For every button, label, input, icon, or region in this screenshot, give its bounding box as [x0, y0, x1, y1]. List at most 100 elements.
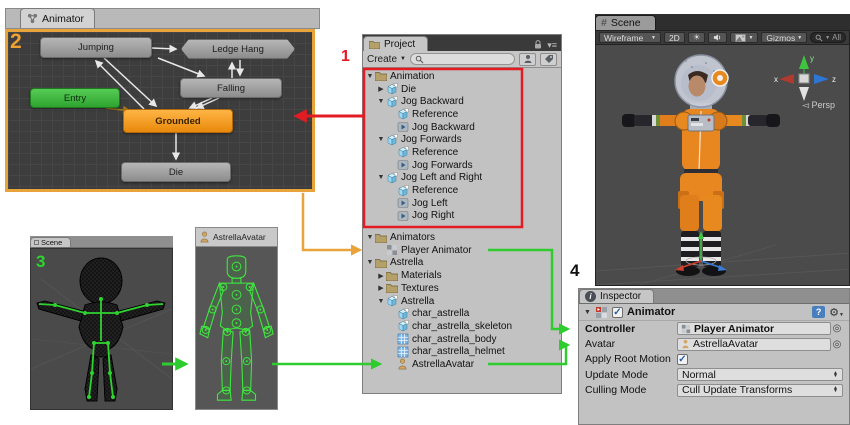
avatar-preview-header: AstrellaAvatar [196, 228, 277, 247]
tree-item-jog-left-and-right[interactable]: ▼ Jog Left and Right [363, 172, 561, 185]
object-picker-icon[interactable]: ◎ [831, 339, 843, 350]
info-icon: i [585, 291, 596, 302]
tab-scene[interactable]: # Scene [595, 15, 656, 30]
foldout-closed-icon[interactable]: ▶ [376, 85, 386, 93]
audio-icon[interactable] [708, 32, 727, 43]
foldout-open-icon[interactable]: ▼ [376, 98, 386, 105]
axis-x-label: x [774, 75, 778, 84]
controller-object-field[interactable]: Player Animator [677, 322, 831, 335]
foldout-open-icon[interactable]: ▼ [376, 174, 386, 181]
create-button[interactable]: Create ▼ [367, 54, 406, 65]
tab-mini-scene[interactable]: Scene [30, 237, 71, 247]
apply-root-motion-label: Apply Root Motion [585, 353, 677, 365]
scene-axis-gizmo[interactable]: x z y [766, 53, 841, 103]
foldout-open-icon[interactable]: ▼ [365, 73, 375, 80]
tree-item-label: Player Animator [399, 245, 472, 256]
dropdown-arrow-icon: ▼ [797, 35, 802, 41]
tree-item-jog-backward[interactable]: ▼Jog Backward [363, 95, 561, 108]
sun-icon[interactable]: ☀ [688, 32, 706, 43]
foldout-open-icon[interactable]: ▼ [365, 259, 375, 266]
animator-component-header[interactable]: ▼ ✓ Animator ? ⚙▼ [579, 304, 849, 321]
gizmos-label: Gizmos [766, 33, 795, 43]
lock-icon[interactable] [534, 40, 542, 51]
create-button-label: Create [367, 54, 397, 65]
tree-item-animation[interactable]: ▼Animation [363, 70, 561, 83]
avatar-label: Avatar [585, 338, 677, 350]
tree-item-textures[interactable]: ▶Textures [363, 282, 561, 295]
tree-item-reference[interactable]: Reference [363, 184, 561, 197]
tree-item-char-astrella[interactable]: char_astrella [363, 307, 561, 320]
avatar-preview-title: AstrellaAvatar [213, 232, 266, 242]
tree-item-char-astrella-helmet[interactable]: char_astrella_helmet [363, 345, 561, 358]
tree-item-materials[interactable]: ▶Materials [363, 269, 561, 282]
scene-viewport[interactable]: x z y ◅ Persp [595, 45, 850, 286]
controller-value: Player Animator [694, 323, 774, 335]
controller-label: Controller [585, 323, 677, 335]
tree-item-jog-forwards[interactable]: ▼ Jog Forwards [363, 133, 561, 146]
tree-item-jog-backward[interactable]: Jog Backward [363, 121, 561, 134]
component-enabled-checkbox[interactable]: ✓ [612, 307, 623, 318]
tab-inspector[interactable]: i Inspector [579, 289, 654, 303]
foldout-open-icon[interactable]: ▼ [584, 309, 591, 316]
tree-item-jog-right[interactable]: Jog Right [363, 210, 561, 223]
2d-toggle-button[interactable]: 2D [664, 32, 685, 43]
tree-item-die[interactable]: ▶Die [363, 83, 561, 96]
tree-item-label: Reference [410, 147, 458, 158]
state-entry[interactable]: Entry [30, 88, 120, 108]
model-icon [386, 134, 399, 146]
tree-item-char-astrella-body[interactable]: char_astrella_body [363, 333, 561, 346]
tree-item-jog-left[interactable]: Jog Left [363, 197, 561, 210]
tree-item-animators[interactable]: ▼Animators [363, 231, 561, 244]
tree-item-astrella[interactable]: ▼Astrella [363, 295, 561, 308]
culling-mode-label: Culling Mode [585, 384, 677, 396]
gear-icon[interactable]: ⚙▼ [829, 306, 844, 319]
tree-item-player-animator[interactable]: Player Animator [363, 244, 561, 257]
mini-scene-viewport[interactable] [30, 248, 173, 410]
avatar-preview-viewport[interactable] [196, 247, 277, 409]
project-search-input[interactable] [410, 53, 515, 65]
axis-y-label: y [810, 54, 814, 63]
camera-fx-icon[interactable]: ▼ [730, 32, 758, 43]
foldout-open-icon[interactable]: ▼ [376, 298, 386, 305]
foldout-open-icon[interactable]: ▼ [376, 136, 386, 143]
tree-item-label: Astrella [388, 257, 423, 268]
tree-item-reference[interactable]: Reference [363, 146, 561, 159]
search-by-label-icon[interactable] [540, 53, 557, 66]
foldout-closed-icon[interactable]: ▶ [376, 284, 386, 292]
help-icon[interactable]: ? [812, 306, 825, 318]
folder-icon [386, 282, 399, 294]
step-label-2: 2 [10, 30, 22, 54]
tree-item-label: char_astrella_helmet [410, 346, 505, 357]
foldout-open-icon[interactable]: ▼ [365, 234, 375, 241]
tab-project[interactable]: Project [363, 36, 428, 51]
foldout-closed-icon[interactable]: ▶ [376, 272, 386, 280]
search-by-type-icon[interactable] [519, 53, 536, 66]
gizmos-dropdown[interactable]: Gizmos ▼ [761, 32, 807, 43]
state-ledge-hang[interactable]: Ledge Hang [181, 39, 295, 59]
animator-component-icon [595, 306, 608, 319]
scene-search-input[interactable]: ▼ All [810, 32, 846, 43]
tree-item-jog-forwards[interactable]: Jog Forwards [363, 159, 561, 172]
tree-item-label: Jog Left and Right [399, 172, 482, 183]
object-picker-icon[interactable]: ◎ [831, 323, 843, 334]
culling-mode-dropdown[interactable]: Cull Update Transforms ▲▼ [677, 384, 843, 397]
tab-animator[interactable]: Animator [20, 8, 95, 28]
persp-label[interactable]: ◅ Persp [802, 100, 835, 111]
state-falling[interactable]: Falling [180, 78, 282, 98]
clip-icon [397, 197, 410, 209]
tree-item-label: Jog Forwards [399, 134, 462, 145]
state-jumping[interactable]: Jumping [40, 37, 152, 58]
avatar-object-field[interactable]: AstrellaAvatar [677, 338, 831, 351]
step-label-3: 3 [36, 252, 45, 272]
tree-item-reference[interactable]: Reference [363, 108, 561, 121]
animator-graph-canvas[interactable]: Jumping Ledge Hang Falling Entry Grounde… [5, 29, 315, 192]
tree-item-astrellaavatar[interactable]: AstrellaAvatar [363, 358, 561, 371]
state-die[interactable]: Die [121, 162, 231, 182]
update-mode-dropdown[interactable]: Normal ▲▼ [677, 368, 843, 381]
tree-item-char-astrella-skeleton[interactable]: char_astrella_skeleton [363, 320, 561, 333]
window-menu-icon[interactable]: ▾≡ [547, 40, 557, 51]
state-grounded[interactable]: Grounded [123, 109, 233, 133]
tree-item-astrella[interactable]: ▼ Astrella [363, 257, 561, 270]
shading-mode-dropdown[interactable]: Wireframe ▼ [599, 32, 661, 43]
apply-root-motion-checkbox[interactable]: ✓ [677, 354, 688, 365]
